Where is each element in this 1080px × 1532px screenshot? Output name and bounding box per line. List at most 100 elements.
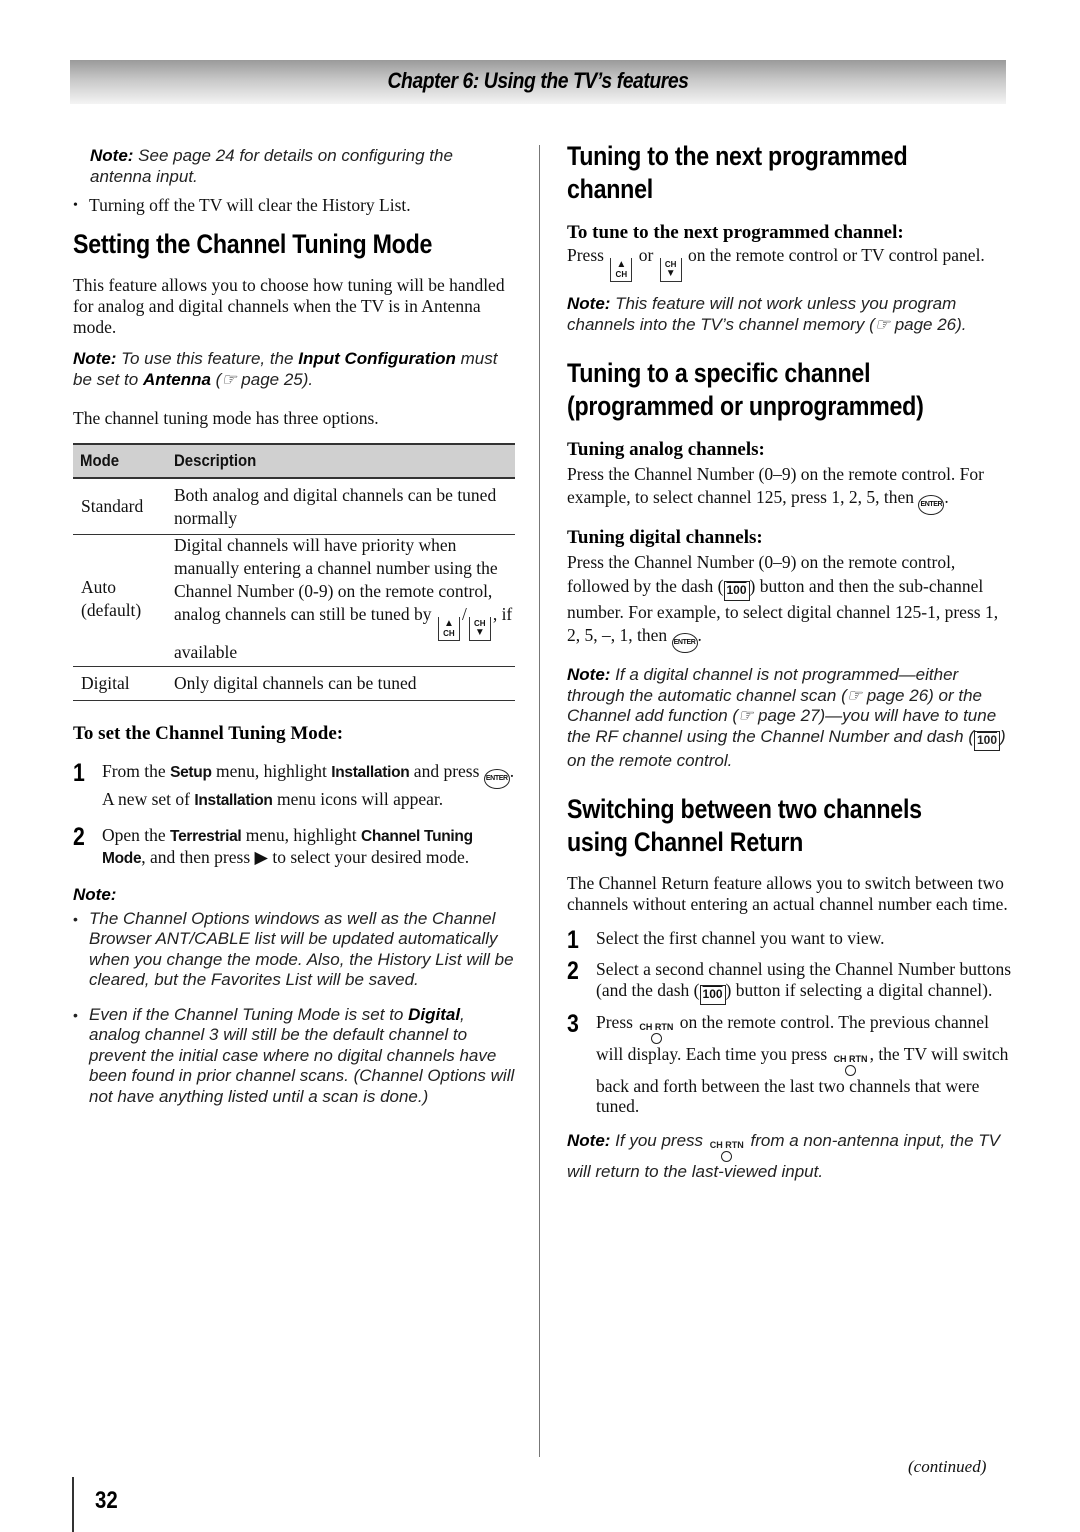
mode-cell: Auto (default) [81,576,142,620]
note-label: Note: [90,146,134,165]
dash-button-icon: 100 [723,580,750,601]
step-number: 1 [73,759,85,787]
text: on the remote control or TV control pane… [683,245,985,265]
note-text: If you press [610,1130,708,1150]
ch-rtn-label: CH RTN [833,1053,868,1064]
step-2: 2 Open the Terrestrial menu, highlight C… [73,825,518,869]
bullet-history: • Turning off the TV will clear the Hist… [73,195,518,216]
channel-return-icon: CH RTN [639,1021,674,1044]
arrow-down-glyph: ▼ [474,626,485,638]
note-label: Note: [567,665,611,684]
left-column: Note: See page 24 for details on configu… [73,140,518,1107]
text: menu, highlight [241,825,361,845]
circle-button-glyph [650,1032,662,1044]
table-row: Auto (default) Digital channels will hav… [73,535,515,667]
tuning-mode-table: Mode Description Standard Both analog an… [73,443,515,701]
text: Press [596,1011,638,1032]
ch-glyph: CH [443,628,455,638]
channel-down-icon: CH ▼ [659,258,682,282]
text: . [697,625,702,645]
analog-title: Tuning analog channels: [567,439,765,460]
step-1: 1 From the Setup menu, highlight Install… [73,761,518,811]
bullet-dot: • [73,1006,78,1023]
digital-instructions: Press the Channel Number (0–9) on the re… [567,551,1012,653]
step-1: 1 Select the first channel you want to v… [567,926,1012,954]
circle-button-glyph [845,1064,857,1076]
text: Even if the Channel Tuning Mode is set t… [89,1004,409,1024]
subsection-title: To tune to the next programmed channel: [567,222,904,243]
note-input-config: Note: To use this feature, the Input Con… [73,349,518,390]
table-row: Digital Only digital channels can be tun… [73,667,515,701]
setup-menu-term: Setup [170,764,212,781]
text: Press [567,245,609,265]
header-mode: Mode [80,451,120,470]
channel-up-icon: ▲ CH [610,258,633,282]
procedure-title: To set the Channel Tuning Mode: [73,723,344,744]
ch-rtn-label: CH RTN [709,1139,744,1150]
page-number-rule [72,1477,74,1532]
input-configuration-term: Input Configuration [298,349,456,368]
table-row: Standard Both analog and digital channel… [73,479,515,535]
options-line: The channel tuning mode has three option… [73,408,379,428]
bullet-dot: • [73,910,78,927]
step-number: 2 [73,823,85,851]
arrow-down-glyph: ▼ [665,268,676,279]
section-title-tuning-mode: Setting the Channel Tuning Mode [73,229,433,259]
note-label: Note: [73,349,117,368]
page-number: 32 [95,1487,118,1514]
note-text: See page 24 for details on configuring t… [90,146,453,186]
step-number: 3 [567,1009,579,1038]
chapter-title: Chapter 6: Using the TV’s features [387,68,689,93]
note-text: To use this feature, the [116,349,299,368]
note-label: Note: [567,294,611,313]
bullet-text: Turning off the TV will clear the Histor… [89,195,411,215]
circle-button-glyph [721,1150,733,1162]
ch-glyph: CH [615,270,628,279]
note-label: Note: [567,1130,611,1150]
section-title-next-programmed: Tuning to the next programmed channel [567,141,908,204]
step-number: 1 [567,926,579,954]
step-text: Select a second channel using the Channe… [596,959,1012,1005]
arrow-up-glyph: ▲ [443,617,454,629]
mode-cell: Standard [81,496,144,516]
note-label: Note: [73,885,117,904]
channel-down-icon: CH ▼ [468,616,491,641]
text: Open the [102,825,171,845]
note-bullet-text: Even if the Channel Tuning Mode is set t… [89,1005,518,1108]
description-cell: Only digital channels can be tuned [174,673,417,693]
analog-instructions: Press the Channel Number (0–9) on the re… [567,463,1012,515]
note-block: Note: • The Channel Options windows as w… [73,885,518,1107]
note-text: This feature will not work unless you pr… [567,294,967,334]
text: menu icons will appear. [272,789,444,809]
column-divider [539,145,540,1457]
enter-button-icon: ENTER [671,633,698,653]
right-column: Tuning to the next programmed channel To… [567,140,1012,1182]
terrestrial-term: Terrestrial [170,828,242,845]
note-channel-memory: Note: This feature will not work unless … [567,294,1012,335]
page-reference[interactable]: (☞ page 25). [211,370,313,389]
description-text: Digital channels will have priority when… [174,534,498,624]
antenna-term: Antenna [142,369,211,389]
step-text: From the Setup menu, highlight Installat… [102,761,518,811]
dash-button-icon: 100 [974,730,1001,751]
channel-return-intro: The Channel Return feature allows you to… [567,873,1008,914]
ch-rtn-label: CH RTN [639,1021,674,1032]
section-title-channel-return: Switching between two channels using Cha… [567,794,922,857]
text: , and then press ▶ to select your desire… [141,847,470,867]
note-text: If a digital channel is not programmed—e… [567,665,997,746]
bullet-dot: • [73,198,78,213]
enter-button-icon: ENTER [918,495,945,515]
description-cell: Both analog and digital channels can be … [174,484,497,528]
note-bullet-text: The Channel Options windows as well as t… [89,908,514,990]
text: . [944,487,949,507]
text: menu, highlight [211,761,332,781]
continued-label: (continued) [908,1457,987,1476]
step-2: 2 Select a second channel using the Chan… [567,959,1012,1005]
arrow-up-glyph: ▲ [616,259,627,270]
channel-return-icon: CH RTN [709,1139,744,1162]
channel-up-icon: ▲ CH [437,616,460,641]
channel-return-icon: CH RTN [833,1053,868,1076]
step-text: Open the Terrestrial menu, highlight Cha… [102,825,518,869]
step-3: 3 Press CH RTN on the remote control. Th… [567,1009,1012,1117]
table-header: Mode Description [73,445,515,479]
